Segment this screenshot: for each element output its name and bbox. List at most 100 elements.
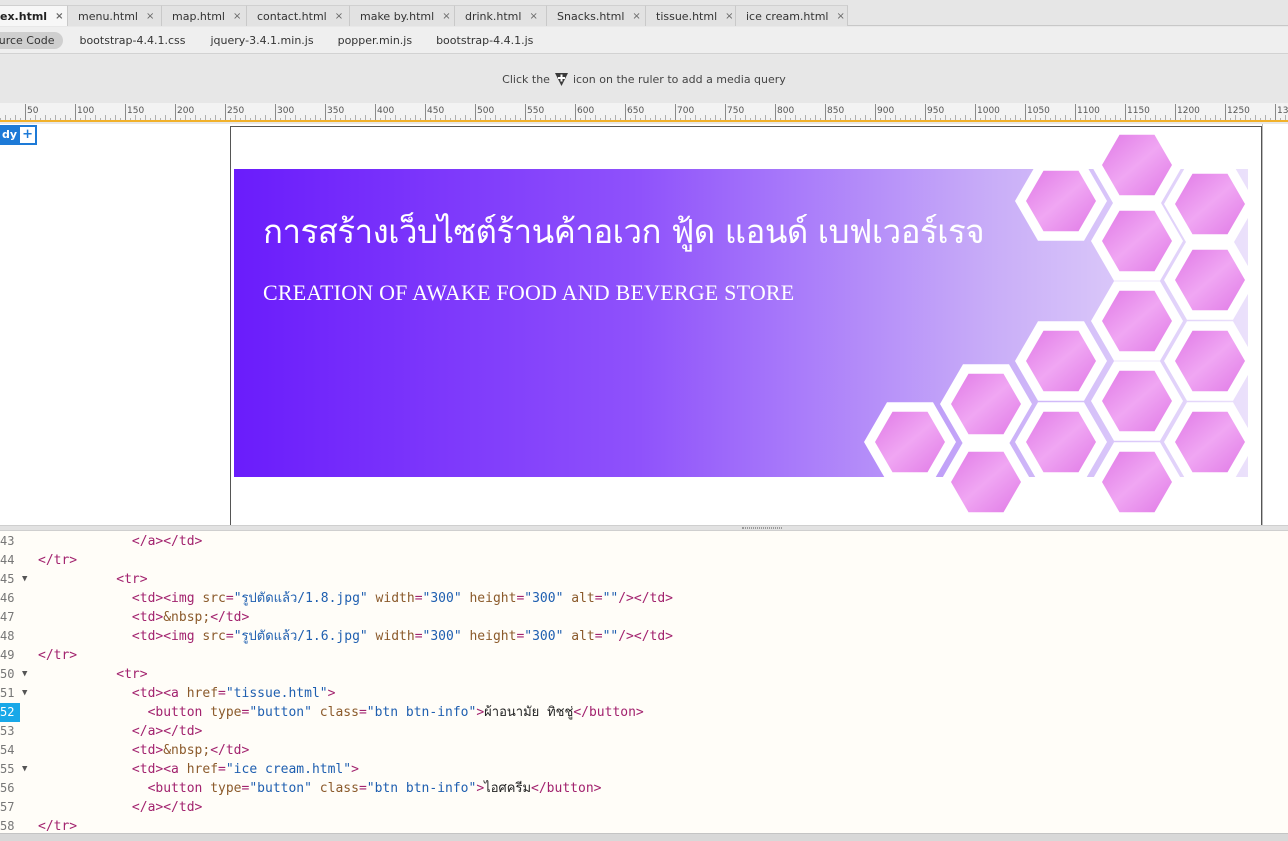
ruler-label: 550 bbox=[527, 106, 544, 116]
status-bar bbox=[0, 833, 1288, 841]
code-text: <button type="button" class="btn btn-inf… bbox=[147, 781, 602, 796]
add-class-button[interactable]: + bbox=[20, 127, 36, 143]
code-line[interactable]: 46 <td><img src="รูปตัดแล้ว/1.8.jpg" wid… bbox=[0, 589, 1288, 608]
line-number: 58 bbox=[0, 819, 15, 833]
line-number: 50 bbox=[0, 667, 15, 681]
tab-map-html[interactable]: map.html × bbox=[162, 5, 247, 26]
code-text: </a></td> bbox=[131, 724, 203, 739]
related-file-popper[interactable]: popper.min.js bbox=[338, 34, 412, 47]
tab-drink-html[interactable]: drink.html × bbox=[455, 5, 547, 26]
line-number: 55 bbox=[0, 762, 15, 776]
tab-label: menu.html bbox=[78, 9, 138, 23]
code-text: <tr> bbox=[116, 572, 148, 587]
line-number: 49 bbox=[0, 648, 15, 662]
close-icon[interactable]: × bbox=[632, 11, 640, 22]
tab-menu-html[interactable]: menu.html × bbox=[68, 5, 162, 26]
fold-arrow-icon[interactable]: ▼ bbox=[22, 570, 27, 589]
code-line[interactable]: 48 <td><img src="รูปตัดแล้ว/1.6.jpg" wid… bbox=[0, 627, 1288, 646]
close-icon[interactable]: × bbox=[725, 11, 733, 22]
code-line[interactable]: 47 <td>&nbsp;</td> bbox=[0, 608, 1288, 627]
line-number: 48 bbox=[0, 629, 15, 643]
tab-contact-html[interactable]: contact.html × bbox=[247, 5, 350, 26]
code-text: <button type="button" class="btn btn-inf… bbox=[147, 705, 644, 720]
code-text: <td>&nbsp;</td> bbox=[131, 743, 250, 758]
close-icon[interactable]: × bbox=[233, 11, 241, 22]
ruler-label: 800 bbox=[777, 106, 794, 116]
ruler-label: 650 bbox=[627, 106, 644, 116]
close-icon[interactable]: × bbox=[55, 11, 63, 22]
ruler-label: 250 bbox=[227, 106, 244, 116]
code-line[interactable]: 53 </a></td> bbox=[0, 722, 1288, 741]
media-query-bar[interactable]: Click the icon on the ruler to add a med… bbox=[0, 55, 1288, 103]
tab-ice-cream-html[interactable]: ice cream.html × bbox=[736, 5, 848, 26]
close-icon[interactable]: × bbox=[146, 11, 154, 22]
banner-subtitle: CREATION OF AWAKE FOOD AND BEVERGE STORE bbox=[263, 280, 795, 305]
code-line[interactable]: 45 ▼ <tr> bbox=[0, 570, 1288, 589]
related-file-jquery[interactable]: jquery-3.4.1.min.js bbox=[210, 34, 313, 47]
ruler-label: 900 bbox=[877, 106, 894, 116]
related-file-bootstrap-js[interactable]: bootstrap-4.4.1.js bbox=[436, 34, 533, 47]
tab-ex-html[interactable]: ex.html × bbox=[0, 5, 68, 26]
ruler-label: 750 bbox=[727, 106, 744, 116]
tab-label: ice cream.html bbox=[746, 9, 829, 23]
code-line[interactable]: 50 ▼ <tr> bbox=[0, 665, 1288, 684]
code-line[interactable]: 49 </tr> bbox=[0, 646, 1288, 665]
fold-arrow-icon[interactable]: ▼ bbox=[22, 684, 27, 703]
ruler[interactable]: 50 100 150 200 250 300 350 400 450 500 550 600 650 70… bbox=[0, 103, 1288, 122]
tab-strip: ex.html × menu.html × map.html × contact.html ×… bbox=[0, 5, 848, 26]
code-text: <td><img src="รูปตัดแล้ว/1.8.jpg" width=… bbox=[131, 591, 674, 606]
ruler-label: 1100 bbox=[1077, 106, 1100, 116]
close-icon[interactable]: × bbox=[836, 11, 844, 22]
source-code-button[interactable]: ource Code bbox=[0, 31, 64, 49]
code-text: <td><a href="tissue.html"> bbox=[131, 686, 336, 701]
tab-make-by-html[interactable]: make by.html × bbox=[350, 5, 455, 26]
media-query-hint-before: Click the bbox=[502, 72, 550, 86]
line-number: 47 bbox=[0, 610, 15, 624]
splitter-grip[interactable] bbox=[742, 527, 782, 529]
ruler-label: 100 bbox=[77, 106, 94, 116]
close-icon[interactable]: × bbox=[335, 11, 343, 22]
tab-label: contact.html bbox=[257, 9, 327, 23]
line-number: 45 bbox=[0, 572, 15, 586]
line-number: 51 bbox=[0, 686, 15, 700]
code-view[interactable]: 43 </a></td> 44 </tr> 45 ▼ <tr> 46 <td><img s… bbox=[0, 531, 1288, 833]
ruler-label: 600 bbox=[577, 106, 594, 116]
code-line[interactable]: 58 </tr> bbox=[0, 817, 1288, 833]
code-line[interactable]: 55 ▼ <td><a href="ice cream.html"> bbox=[0, 760, 1288, 779]
ruler-label: 300 bbox=[277, 106, 294, 116]
tab-label: make by.html bbox=[360, 9, 435, 23]
code-line[interactable]: 51 ▼ <td><a href="tissue.html"> bbox=[0, 684, 1288, 703]
code-line[interactable]: 56 <button type="button" class="btn btn-… bbox=[0, 779, 1288, 798]
code-line[interactable]: 43 </a></td> bbox=[0, 532, 1288, 551]
element-tag-chip[interactable]: dy + bbox=[0, 125, 38, 145]
ruler-label: 1050 bbox=[1027, 106, 1050, 116]
ruler-label: 950 bbox=[927, 106, 944, 116]
code-text: </a></td> bbox=[131, 534, 203, 549]
code-text: <td><a href="ice cream.html"> bbox=[131, 762, 359, 777]
tab-label: drink.html bbox=[465, 9, 522, 23]
source-code-label: ource Code bbox=[0, 33, 55, 47]
ruler-label: 850 bbox=[827, 106, 844, 116]
code-line[interactable]: 52 <button type="button" class="btn btn-… bbox=[0, 703, 1288, 722]
code-text: </a></td> bbox=[131, 800, 203, 815]
ruler-label: 200 bbox=[177, 106, 194, 116]
tab-tissue-html[interactable]: tissue.html × bbox=[646, 5, 736, 26]
code-text: <td><img src="รูปตัดแล้ว/1.6.jpg" width=… bbox=[131, 629, 674, 644]
ruler-label: 150 bbox=[127, 106, 144, 116]
tab-snacks-html[interactable]: Snacks.html × bbox=[547, 5, 646, 26]
tab-label: tissue.html bbox=[656, 9, 718, 23]
code-line[interactable]: 54 <td>&nbsp;</td> bbox=[0, 741, 1288, 760]
ruler-ticks: 50 100 150 200 250 300 350 400 450 500 550 600 650 70… bbox=[0, 104, 1288, 120]
code-text: <tr> bbox=[116, 667, 148, 682]
ruler-label: 1000 bbox=[977, 106, 1000, 116]
line-number: 46 bbox=[0, 591, 15, 605]
fold-arrow-icon[interactable]: ▼ bbox=[22, 760, 27, 779]
fold-arrow-icon[interactable]: ▼ bbox=[22, 665, 27, 684]
ruler-label: 400 bbox=[377, 106, 394, 116]
code-line[interactable]: 44 </tr> bbox=[0, 551, 1288, 570]
close-icon[interactable]: × bbox=[442, 11, 450, 22]
close-icon[interactable]: × bbox=[529, 11, 537, 22]
code-text: </tr> bbox=[38, 553, 78, 568]
code-line[interactable]: 57 </a></td> bbox=[0, 798, 1288, 817]
related-file-bootstrap-css[interactable]: bootstrap-4.4.1.css bbox=[79, 34, 185, 47]
